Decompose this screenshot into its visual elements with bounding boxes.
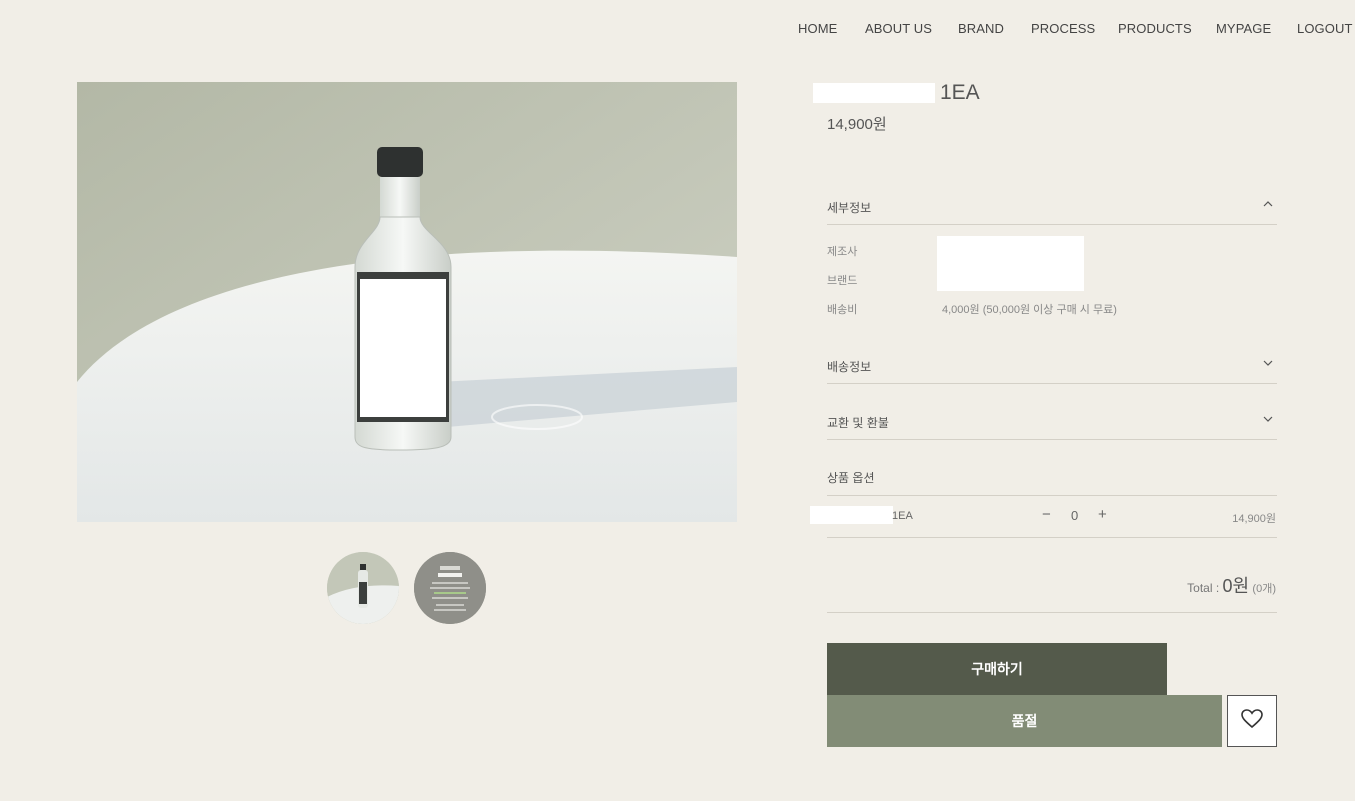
quantity-value: 0 [1071, 508, 1079, 523]
divider [827, 224, 1277, 225]
nav-brand[interactable]: BRAND [958, 21, 1004, 36]
heart-icon [1241, 708, 1263, 734]
option-name-redacted [810, 506, 893, 524]
wishlist-button[interactable] [1227, 695, 1277, 747]
product-title: 1EA [940, 81, 980, 104]
total-label: Total : [1187, 581, 1223, 595]
nav-home[interactable]: HOME [798, 21, 837, 36]
chevron-down-icon [1263, 414, 1273, 427]
nav-about-us[interactable]: ABOUT US [865, 21, 932, 36]
divider [827, 383, 1277, 384]
chevron-down-icon [1263, 358, 1273, 371]
nav-logout[interactable]: LOGOUT [1297, 21, 1353, 36]
detail-label-brand: 브랜드 [827, 275, 858, 287]
divider [827, 537, 1277, 538]
detail-label-shipping-fee: 배송비 [827, 304, 858, 316]
nav-mypage[interactable]: MYPAGE [1216, 21, 1271, 36]
product-main-image [77, 82, 737, 522]
option-item-name: 1EA [892, 510, 913, 522]
options-title: 상품 옵션 [827, 471, 875, 485]
accordion-refund-label: 교환 및 환불 [827, 416, 889, 430]
divider [827, 612, 1277, 613]
chevron-up-icon [1263, 199, 1273, 212]
detail-label-manufacturer: 제조사 [827, 246, 858, 258]
quantity-plus-button[interactable]: + [1098, 506, 1107, 523]
nav-products[interactable]: PRODUCTS [1118, 21, 1192, 36]
product-price: 14,900원 [827, 116, 887, 133]
soldout-button[interactable]: 품절 [827, 695, 1222, 747]
top-nav: HOME ABOUT US BRAND PROCESS PRODUCTS MYP… [790, 21, 1355, 39]
accordion-refund-header[interactable]: 교환 및 환불 [827, 414, 1277, 430]
accordion-details-header[interactable]: 세부정보 [827, 199, 1277, 215]
total-summary: Total : 0원 (0개) [1187, 572, 1276, 598]
thumbnail-2[interactable] [414, 552, 486, 624]
quantity-minus-button[interactable]: − [1042, 506, 1051, 523]
detail-value-shipping-fee: 4,000원 (50,000원 이상 구매 시 무료) [942, 304, 1117, 316]
accordion-shipping-header[interactable]: 배송정보 [827, 358, 1277, 374]
total-amount: 0원 [1222, 576, 1250, 596]
accordion-shipping-label: 배송정보 [827, 360, 872, 374]
accordion-details-label: 세부정보 [827, 201, 872, 215]
total-count: (0개) [1252, 583, 1276, 595]
title-redacted-block [813, 83, 935, 103]
option-item-price: 14,900원 [1232, 513, 1276, 525]
nav-process[interactable]: PROCESS [1031, 21, 1095, 36]
divider [827, 439, 1277, 440]
thumbnail-1[interactable] [327, 552, 399, 624]
divider [827, 495, 1277, 496]
buy-button[interactable]: 구매하기 [827, 643, 1167, 695]
detail-values-redacted [937, 236, 1084, 291]
